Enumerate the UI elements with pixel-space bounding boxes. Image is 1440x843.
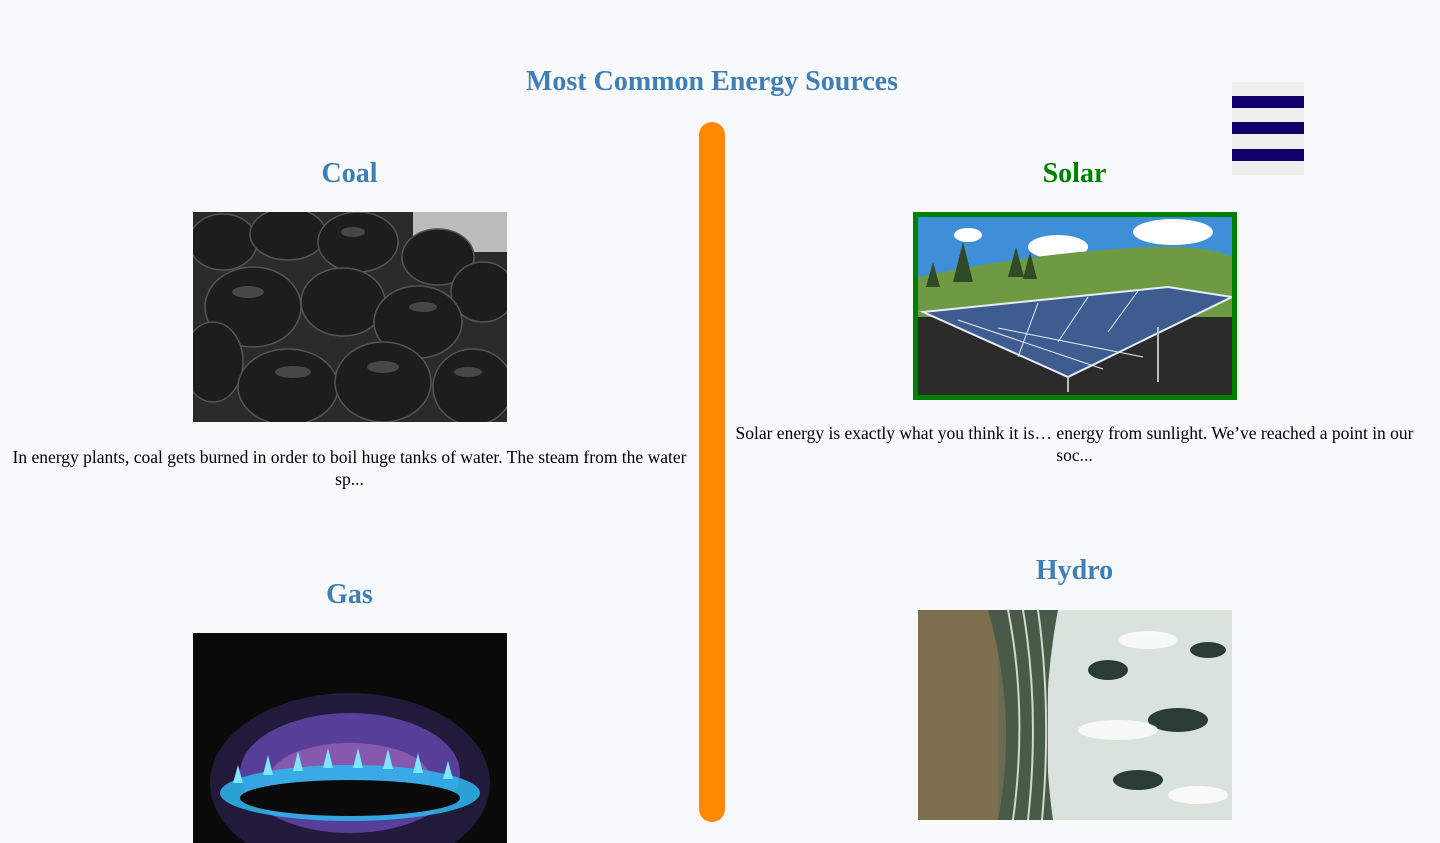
gas-flame-photo: [192, 633, 507, 843]
page-title: Most Common Energy Sources: [525, 66, 898, 97]
timeline-divider: [699, 122, 725, 822]
card-title: Hydro: [1035, 555, 1114, 586]
card-title: Gas: [326, 579, 373, 610]
card-title: Coal: [321, 158, 378, 189]
menu-bar: [1232, 122, 1304, 134]
card-description: Solar energy is exactly what you think i…: [735, 423, 1414, 465]
menu-bar: [1232, 96, 1304, 108]
coal-pile-photo: [192, 212, 507, 422]
energy-card-solar[interactable]: Solar Solar energy is exactly what you t…: [725, 158, 1424, 466]
waterfall-photo: [917, 610, 1232, 820]
energy-card-coal[interactable]: Coal In energy plants, coal gets burned …: [0, 158, 699, 490]
energy-card-hydro[interactable]: Hydro: [725, 555, 1424, 820]
energy-card-gas[interactable]: Gas: [0, 579, 699, 843]
card-title: Solar: [1042, 158, 1107, 189]
solar-panels-photo: [912, 212, 1237, 400]
card-description: In energy plants, coal gets burned in or…: [12, 447, 687, 489]
